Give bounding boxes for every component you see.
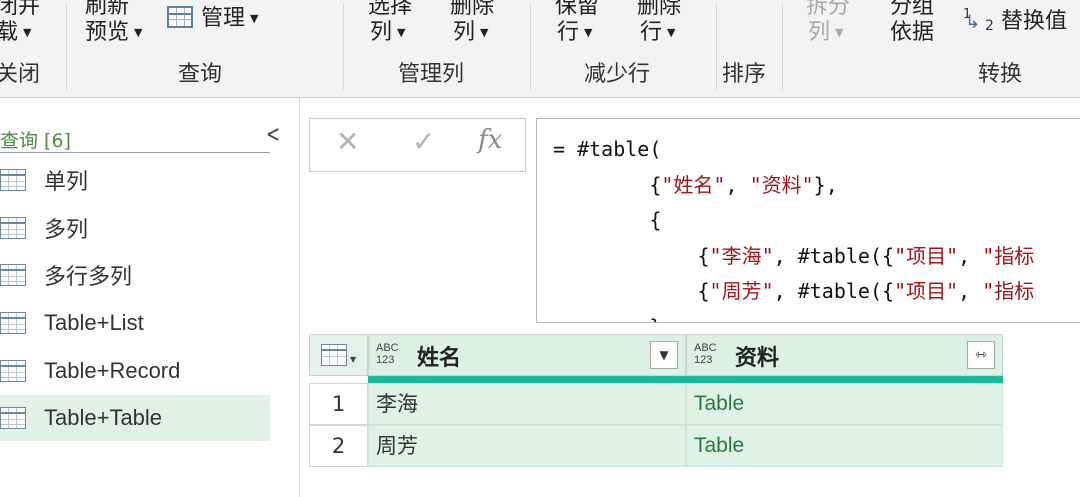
formula-token: { [553,243,710,268]
remove-columns-button-line2[interactable]: 列 ▼ [453,18,488,48]
manage-button[interactable]: 管理 ▼ [167,4,258,34]
table-cell-link[interactable]: Table [686,425,1003,467]
replace-values-icon: 1 ↳ 2 [963,7,994,34]
formula-line: { [553,203,1080,239]
queries-pane: 查询 [6] < 单列 多列 多行多列 Table+List Table+Rec… [0,98,300,497]
replace-values-button[interactable]: 1 ↳ 2 替换值 [963,4,1067,37]
chevron-down-icon: ▼ [397,26,406,39]
remove-rows-button-line2[interactable]: 行 ▼ [640,18,675,48]
formula-string: "指标 [982,279,1035,303]
query-item-table-table[interactable]: Table+Table [0,395,270,441]
formula-line: {"姓名", "资料"}, [553,168,1080,204]
commit-icon[interactable]: ✓ [412,125,435,158]
formula-string: "资料" [749,172,814,197]
filter-dropdown-icon[interactable]: ▼ [650,341,678,369]
formula-token: }, [813,172,838,197]
formula-token: , #table({ [773,279,895,303]
chevron-down-icon: ▼ [23,26,32,39]
ribbon-divider [66,4,67,90]
query-item-table-record[interactable]: Table+Record [0,348,270,394]
table-icon [0,264,26,286]
formula-editor[interactable]: = #table( {"姓名", "资料"}, { {"李海", #table(… [536,118,1080,323]
group-query-label: 查询 [178,62,223,87]
formula-string: "李海" [709,243,774,268]
query-item-table-list[interactable]: Table+List [0,300,270,346]
table-icon [167,6,193,28]
keep-rows-button-line2[interactable]: 行 ▼ [557,18,592,48]
chevron-down-icon: ▼ [835,26,844,39]
table-icon [321,344,347,366]
formula-line: }, [553,310,1080,323]
close-load-button-line2[interactable]: 载▼ [0,18,31,48]
ribbon-divider [343,4,344,90]
formula-token: { [553,208,662,232]
ribbon-divider [782,4,783,90]
data-grid: ▼ ABC 123 姓名 ▼ ABC 123 资料 ⇿ 1 李海 Table 2… [309,334,1004,467]
formula-line: = #table( [553,132,1080,168]
chevron-down-icon: ▼ [584,26,593,39]
table-menu-button[interactable]: ▼ [309,334,368,376]
table-icon [0,312,26,334]
query-item-multi-row-multi-column[interactable]: 多行多列 [0,252,270,298]
group-close-label: 关闭 [0,62,41,87]
chevron-down-icon: ▼ [350,355,357,364]
table-icon [0,360,26,382]
split-column-button-line2[interactable]: 列 ▼ [808,18,843,48]
formula-line: {"李海", #table({"项目", "指标 [553,239,1080,275]
column-header-data[interactable]: ABC 123 资料 ⇿ [686,334,1003,376]
table-cell[interactable]: 周芳 [368,425,686,467]
row-number: 2 [309,425,368,467]
query-item-multi-column[interactable]: 多列 [0,205,270,251]
cancel-icon[interactable]: ✕ [336,125,359,158]
chevron-down-icon: ▼ [480,26,489,39]
chevron-down-icon: ▼ [667,26,676,39]
formula-token: { [553,172,662,197]
choose-columns-button-line2[interactable]: 列 ▼ [370,18,405,48]
any-type-icon[interactable]: ABC 123 [376,342,399,366]
ribbon-divider [716,4,717,90]
formula-string: "指标 [982,243,1035,268]
column-header-label: 姓名 [417,346,462,371]
group-manage-columns-label: 管理列 [398,62,465,87]
formula-string: "项目" [894,279,959,303]
formula-buttons: ✕ ✓ fx [309,118,526,172]
row-number: 1 [309,383,368,425]
group-transform-label: 转换 [978,62,1023,87]
group-by-button-line2[interactable]: 依据 [890,18,934,48]
table-icon [0,217,26,239]
queries-header: 查询 [6] [0,130,71,152]
formula-string: "周芳" [709,279,774,303]
collapse-pane-icon[interactable]: < [266,120,280,148]
formula-line: {"周芳", #table({"项目", "指标 [553,274,1080,310]
formula-token: , #table({ [773,243,895,268]
any-type-icon[interactable]: ABC 123 [694,342,717,366]
formula-token: , [958,279,983,303]
fx-icon[interactable]: fx [478,125,502,155]
chevron-down-icon: ▼ [134,26,143,39]
formula-string: "项目" [894,243,959,268]
formula-token: , [725,172,750,197]
ribbon: 闭并 载▼ 关闭 刷新 预览▼ 管理▼ 查询 选择 列▼ 删除 列▼ 管理列 保… [0,0,1080,98]
formula-string: "姓名" [661,172,726,197]
table-cell[interactable]: 李海 [368,383,686,425]
formula-token: , [958,243,983,268]
formula-token: }, [553,315,673,323]
column-header-label: 资料 [735,346,780,371]
group-reduce-rows-label: 减少行 [584,62,651,87]
expand-column-icon[interactable]: ⇿ [967,341,995,369]
chevron-down-icon: ▼ [250,12,259,25]
column-quality-bar [368,376,1003,383]
table-icon [0,169,26,191]
table-icon [0,407,26,429]
table-cell-link[interactable]: Table [686,383,1003,425]
group-sort-label: 排序 [722,62,767,87]
query-item-single-column[interactable]: 单列 [0,157,270,203]
column-header-name[interactable]: ABC 123 姓名 ▼ [368,334,686,376]
refresh-preview-button-line2[interactable]: 预览 ▼ [85,18,142,48]
formula-token: = #table( [553,137,662,161]
ribbon-divider [530,4,531,90]
queries-divider [0,152,270,153]
formula-token: { [553,279,710,303]
